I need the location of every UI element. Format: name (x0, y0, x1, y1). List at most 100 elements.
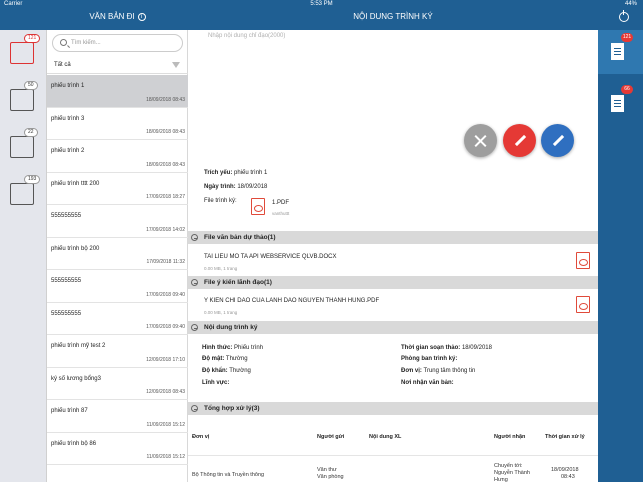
section-y-kien[interactable]: File ý kiến lãnh đạo(1) (188, 276, 598, 289)
thoi-gian-label: Thời gian soạn thảo: (401, 345, 461, 351)
list-item[interactable]: phiếu trình bộ 86 11/09/2018 15:12 (47, 433, 188, 465)
reject-document-icon[interactable] (10, 136, 34, 158)
row-thoi-gian-date: 18/09/2018 (551, 467, 579, 473)
pen-icon (514, 134, 527, 147)
trich-yeu-label: Trích yếu: (204, 170, 233, 176)
close-button[interactable] (464, 124, 497, 157)
list-item[interactable]: 555555555 17/09/2018 14:02 (47, 205, 188, 238)
list-item-date: 17/09/2018 14:02 (146, 226, 185, 233)
table-divider (188, 455, 598, 456)
list-item[interactable]: phiếu trình 2 18/09/2018 08:43 (47, 140, 188, 173)
y-kien-file[interactable]: Y KIEN CHI DAO CUA LANH DAO NGUYEN THANH… (204, 298, 379, 304)
search-input[interactable]: Tìm kiếm... (52, 34, 183, 52)
col-nguoi-nhan: Người nhận (494, 434, 526, 440)
document-edit-icon (611, 43, 624, 60)
power-icon[interactable] (619, 10, 629, 22)
section-tong-hop-title: Tổng hợp xử lý(3) (204, 405, 260, 412)
section-du-thao[interactable]: File văn bản dự thảo(1) (188, 231, 598, 244)
list-item-title: 555555555 (51, 213, 82, 219)
linh-vuc-label: Lĩnh vực: (202, 380, 230, 386)
list-title[interactable]: VĂN BẢN ĐI i (46, 9, 189, 30)
page-title: NỘI DUNG TRÌNH KÝ (353, 12, 433, 21)
filter-icon[interactable] (172, 62, 180, 68)
list-item[interactable]: 555555555 17/09/2018 09:40 (47, 270, 188, 303)
do-mat-label: Độ mật: (202, 356, 225, 362)
list-item[interactable]: phiếu trình 87 11/09/2018 15:12 (47, 400, 188, 433)
badge-approved: 50 (24, 81, 38, 90)
list-item-date: 11/09/2018 15:12 (146, 454, 185, 460)
don-vi-value: Trung tâm thông tin (423, 368, 476, 374)
list-title-text: VĂN BẢN ĐI (89, 12, 135, 21)
do-khan-label: Độ khẩn: (202, 368, 228, 374)
phong-ban-trinh-ky: Phòng ban trình ký: (401, 356, 457, 362)
list-item-date: 12/09/2018 08:43 (146, 389, 185, 395)
thoi-gian-soan-thao: Thời gian soạn thảo: 18/09/2018 (401, 345, 492, 351)
list-item-date: 18/09/2018 08:43 (146, 96, 185, 103)
list-item-title: phiếu trình 2 (51, 148, 85, 154)
trich-yeu: Trích yếu: phiếu trình 1 (204, 170, 267, 176)
file-name[interactable]: 1.PDF (272, 200, 289, 206)
thoi-gian-value: 18/09/2018 (461, 345, 492, 351)
col-thoi-gian-xu-ly: Thời gian xử lý (545, 434, 585, 440)
list-item-title: phiếu trình 1 (51, 83, 85, 89)
signing-docs-button[interactable]: 121 (598, 30, 643, 74)
sign-document-icon[interactable] (10, 42, 34, 64)
list-item[interactable]: phiếu trình bộ 200 17/09/2018 11:32 (47, 238, 188, 270)
col-noi-dung-xl: Nội dung XL (369, 434, 402, 440)
list-item[interactable]: ký số lương bổng3 12/09/2018 08:43 (47, 368, 188, 400)
collapse-icon (191, 234, 198, 241)
badge-rejected: 22 (24, 128, 38, 137)
list-item-date: 11/09/2018 15:12 (146, 421, 185, 428)
list-item-date: 17/09/2018 09:40 (146, 324, 185, 330)
row-don-vi: Bộ Thông tin và Truyền thông (192, 472, 265, 478)
collapse-icon (191, 405, 198, 412)
ngay-trinh-value: 18/09/2018 (237, 184, 268, 190)
trich-yeu-value: phiếu trình 1 (234, 170, 268, 176)
do-mat: Độ mật: Thường (202, 356, 248, 362)
section-noi-dung[interactable]: Nội dung trình ký (188, 321, 598, 334)
info-icon[interactable]: i (137, 12, 146, 21)
ngay-trinh-label: Ngày trình: (204, 184, 236, 190)
pdf-icon[interactable] (576, 296, 590, 313)
list-item[interactable]: phiếu trình 3 18/09/2018 08:43 (47, 108, 188, 140)
col-nguoi-gui: Người gửi (317, 434, 345, 440)
filter-bar: Tất cả (47, 58, 188, 74)
collapse-icon (191, 279, 198, 286)
archive-tray-icon[interactable] (10, 183, 34, 205)
documents-button[interactable]: 66 (598, 82, 643, 126)
section-noi-dung-title: Nội dung trình ký (204, 324, 258, 331)
battery-level: 44% (624, 1, 637, 7)
file-trinh-ky-label: File trình ký: (204, 198, 237, 204)
pdf-icon[interactable] (576, 252, 590, 269)
ngay-trinh: Ngày trình: 18/09/2018 (204, 184, 267, 190)
linh-vuc: Lĩnh vực: (202, 380, 229, 386)
section-tong-hop[interactable]: Tổng hợp xử lý(3) (188, 402, 598, 415)
du-thao-file[interactable]: TAI LIEU MO TA API WEBSERVICE QLVB.DOCX (204, 254, 336, 260)
hinh-thuc-value: Phiếu trình (234, 345, 264, 351)
badge-archive: 193 (24, 175, 41, 184)
hinh-thuc: Hình thức: Phiếu trình (202, 345, 263, 351)
list-item[interactable]: phiếu trình tttt 200 17/09/2018 18:27 (47, 173, 188, 205)
left-rail: 121 50 22 193 (0, 30, 47, 482)
list-item[interactable]: 555555555 17/09/2018 09:40 (47, 303, 188, 335)
badge-documents: 66 (621, 85, 633, 94)
collapse-icon (191, 324, 198, 331)
pdf-icon[interactable] (251, 198, 265, 215)
du-thao-meta: 0.00 MB, 1 trang (204, 266, 238, 271)
list-item-date: 18/09/2018 08:43 (146, 129, 185, 135)
sign-button[interactable] (541, 124, 574, 157)
list-item-title: phiếu trình 3 (51, 115, 85, 122)
list-item[interactable]: phiếu trình mỹ test 2 12/09/2018 17:10 (47, 335, 188, 368)
row-nguoi-gui-1: Văn thư (317, 467, 337, 473)
list-item-title: phiếu trình tttt 200 (51, 180, 100, 187)
list-item-title: 555555555 (51, 278, 82, 284)
right-rail: 121 66 (598, 30, 643, 482)
list-item[interactable]: phiếu trình 1 18/09/2018 08:43 (47, 75, 188, 108)
section-du-thao-title: File văn bản dự thảo(1) (204, 234, 276, 241)
reject-button[interactable] (503, 124, 536, 157)
approve-document-icon[interactable] (10, 89, 34, 111)
directive-textarea[interactable]: Nhập nội dung chỉ đạo(2000) (208, 33, 285, 39)
filter-label: Tất cả (54, 62, 71, 68)
row-nguoi-nhan-3: Hưng (494, 477, 508, 483)
noi-nhan-van-ban: Nơi nhận văn bản: (401, 380, 454, 386)
